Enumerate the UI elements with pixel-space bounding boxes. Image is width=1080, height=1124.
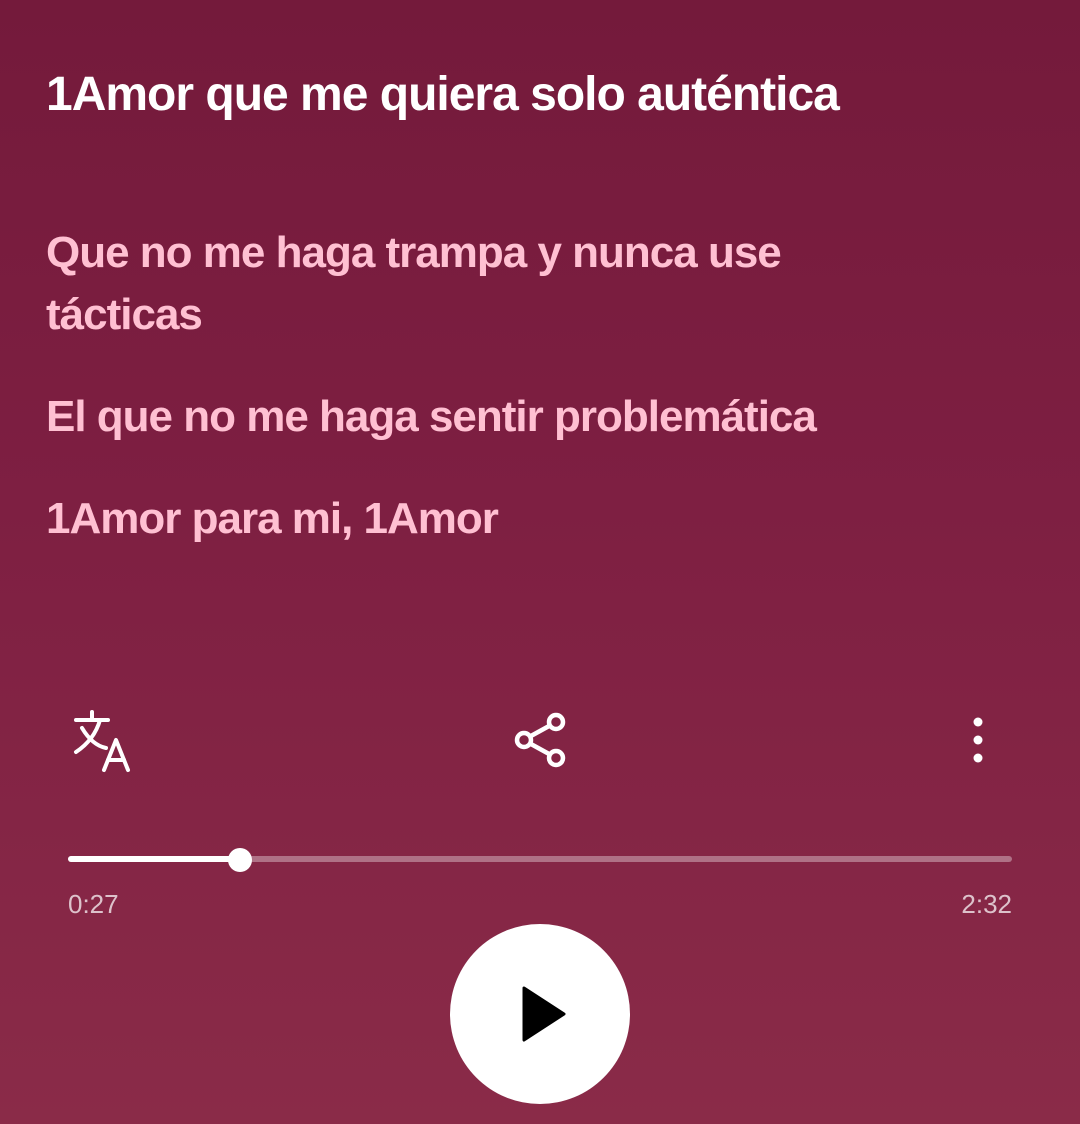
elapsed-time: 0:27 bbox=[68, 889, 119, 919]
current-lyric-line: 1Amor que me quiera solo auténtica bbox=[46, 68, 840, 121]
lyrics-screen: 1Amor que me quiera solo auténtica Que n… bbox=[0, 0, 1080, 1124]
play-button[interactable] bbox=[450, 924, 630, 1104]
upcoming-lyrics: Que no me haga trampa y nunca use táctic… bbox=[46, 222, 866, 590]
lyric-line[interactable]: Que no me haga trampa y nunca use táctic… bbox=[46, 222, 866, 346]
play-icon bbox=[522, 986, 566, 1042]
lyric-line[interactable]: El que no me haga sentir problemática bbox=[46, 386, 866, 448]
lyrics-actions-bar bbox=[0, 700, 1080, 780]
share-icon bbox=[514, 712, 566, 768]
progress-thumb[interactable] bbox=[227, 848, 252, 872]
share-button[interactable] bbox=[500, 700, 580, 780]
translate-button[interactable] bbox=[62, 700, 142, 780]
translate-icon bbox=[74, 710, 130, 772]
lyric-line[interactable]: 1Amor para mi, 1Amor bbox=[46, 488, 866, 550]
more-options-button[interactable] bbox=[938, 700, 1018, 780]
progress-bar[interactable] bbox=[68, 848, 1012, 872]
total-time: 2:32 bbox=[961, 889, 1012, 919]
progress-fill bbox=[68, 856, 240, 862]
more-vertical-icon bbox=[973, 717, 983, 763]
